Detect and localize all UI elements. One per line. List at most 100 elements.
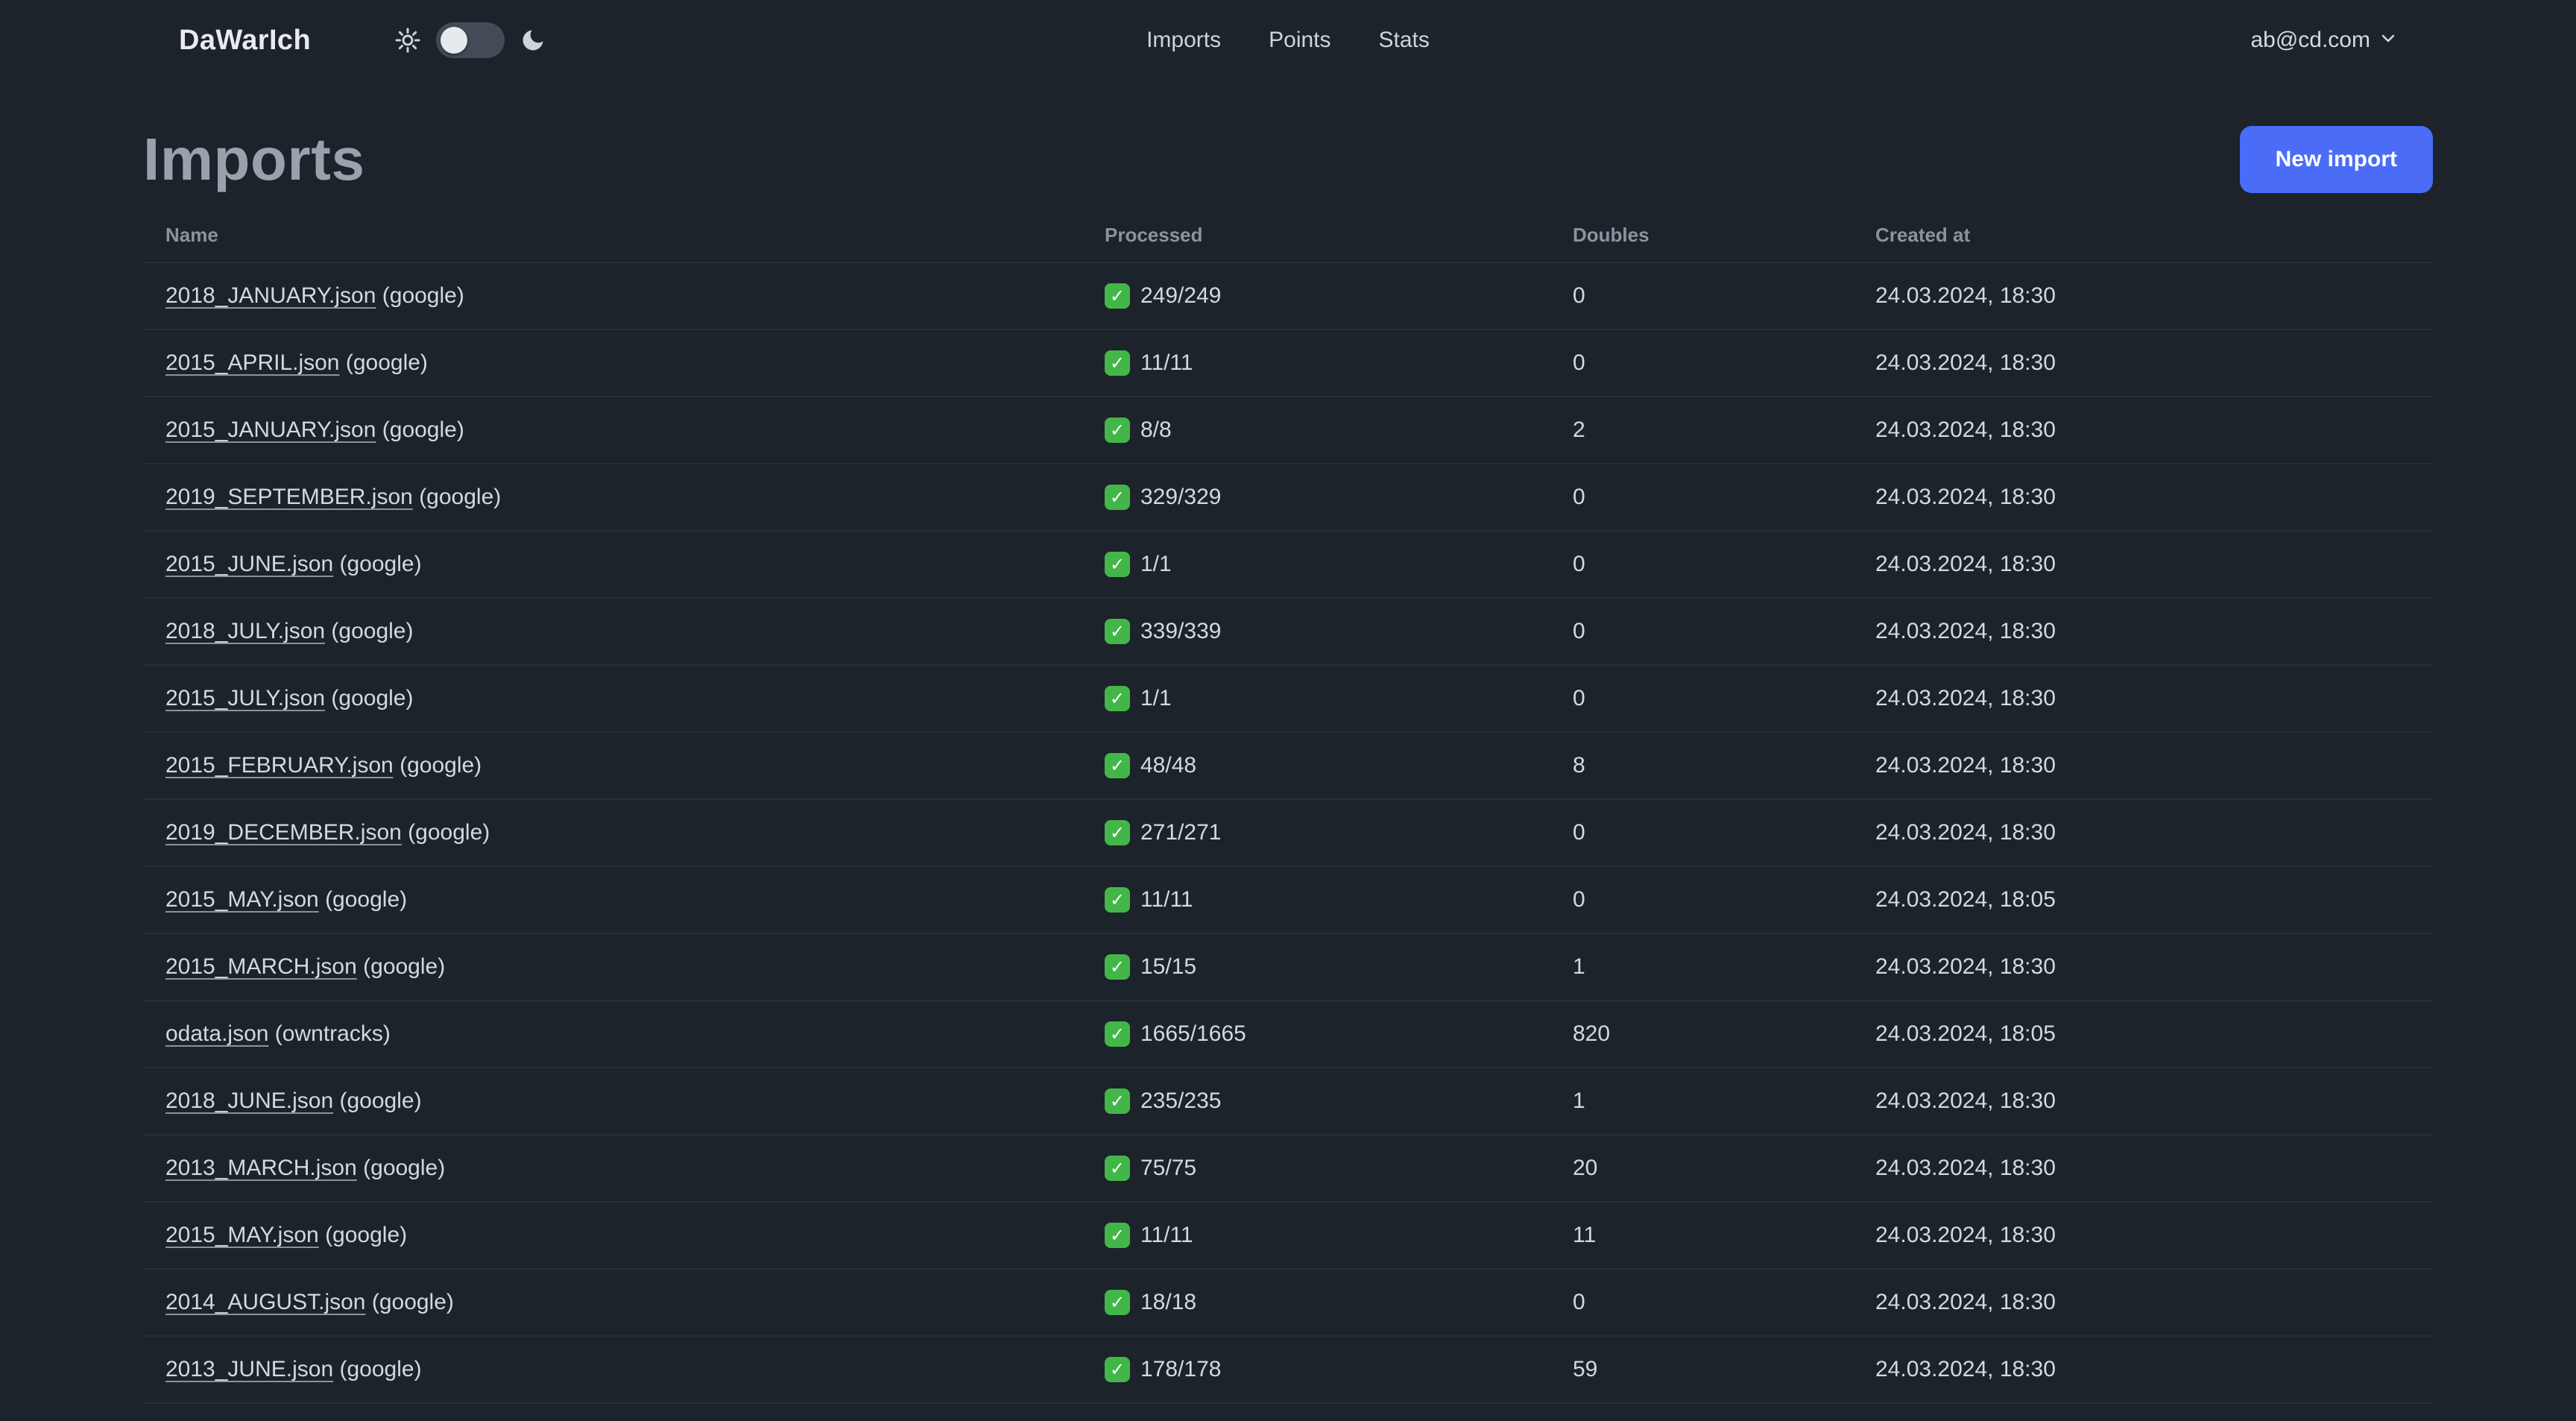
import-file-link[interactable]: 2015_APRIL.json xyxy=(165,350,340,375)
name-cell: 2015_FEBRUARY.json (google) xyxy=(143,753,1082,778)
name-cell: 2015_APRIL.json (google) xyxy=(143,350,1082,376)
theme-toggle-knob xyxy=(441,27,468,54)
import-source-label: (google) xyxy=(339,1357,422,1381)
nav-stats[interactable]: Stats xyxy=(1379,28,1430,53)
processed-cell: ✓ 249/249 xyxy=(1082,283,1550,309)
processed-cell: ✓ 1665/1665 xyxy=(1082,1021,1550,1047)
table-row: 2015_APRIL.json (google) ✓ 11/11 0 24.03… xyxy=(143,330,2433,397)
success-check-icon: ✓ xyxy=(1105,283,1130,309)
imports-page: Imports New import Name Processed Double… xyxy=(0,125,2576,1421)
doubles-count: 0 xyxy=(1573,283,1585,308)
table-row: 2015_JUNE.json (google) ✓ 1/1 0 24.03.20… xyxy=(143,532,2433,599)
processed-count: 249/249 xyxy=(1140,283,1222,308)
processed-cell: ✓ 1/1 xyxy=(1082,686,1550,711)
processed-cell: ✓ 235/235 xyxy=(1082,1088,1550,1114)
created-at: 24.03.2024, 18:05 xyxy=(1875,1021,2056,1046)
page-head: Imports New import xyxy=(143,125,2433,194)
new-import-button[interactable]: New import xyxy=(2239,126,2433,193)
table-row: 2014_AUGUST.json (google) ✓ 18/18 0 24.0… xyxy=(143,1270,2433,1337)
import-file-link[interactable]: 2015_JANUARY.json xyxy=(165,418,376,442)
table-row: 2015_MAY.json (google) ✓ 11/11 0 24.03.2… xyxy=(143,867,2433,934)
processed-count: 75/75 xyxy=(1140,1156,1197,1180)
import-source-label: (google) xyxy=(345,350,428,375)
success-check-icon: ✓ xyxy=(1105,418,1130,443)
processed-cell: ✓ 48/48 xyxy=(1082,753,1550,778)
table-row: 2019_SEPTEMBER.json (google) ✓ 329/329 0… xyxy=(143,464,2433,532)
doubles-count: 11 xyxy=(1573,1223,1597,1247)
column-header-created-at: Created at xyxy=(1875,224,1971,246)
success-check-icon: ✓ xyxy=(1105,1088,1130,1114)
processed-count: 15/15 xyxy=(1140,954,1197,979)
table-row: 2018_JUNE.json (google) ✓ 235/235 1 24.0… xyxy=(143,1068,2433,1135)
import-file-link[interactable]: odata.json xyxy=(165,1021,268,1046)
nav-points[interactable]: Points xyxy=(1269,28,1330,53)
import-file-link[interactable]: 2015_FEBRUARY.json xyxy=(165,753,394,778)
app-logo[interactable]: DaWarIch xyxy=(179,25,311,57)
import-file-link[interactable]: 2019_SEPTEMBER.json xyxy=(165,485,413,509)
processed-cell: ✓ 8/8 xyxy=(1082,418,1550,443)
theme-toggle[interactable] xyxy=(436,22,505,58)
success-check-icon: ✓ xyxy=(1105,1021,1130,1047)
processed-count: 8/8 xyxy=(1140,418,1172,442)
app-header: DaWarIch Imports Points Stats ab@cd.com xyxy=(0,0,2576,81)
table-row: 2018_JULY.json (google) ✓ 339/339 0 24.0… xyxy=(143,599,2433,666)
import-file-link[interactable]: 2015_MAY.json xyxy=(165,1223,319,1247)
import-file-link[interactable]: 2015_JULY.json xyxy=(165,686,325,710)
success-check-icon: ✓ xyxy=(1105,686,1130,711)
name-cell: 2018_JUNE.json (google) xyxy=(143,1088,1082,1114)
import-source-label: (google) xyxy=(419,485,502,509)
doubles-count: 8 xyxy=(1573,753,1585,778)
name-cell: 2013_JUNE.json (google) xyxy=(143,1357,1082,1382)
success-check-icon: ✓ xyxy=(1105,954,1130,980)
processed-cell: ✓ 178/178 xyxy=(1082,1357,1550,1382)
column-header-name: Name xyxy=(165,224,218,246)
table-row: 2015_MAY.json (google) ✓ 11/11 11 24.03.… xyxy=(143,1203,2433,1270)
processed-count: 11/11 xyxy=(1140,350,1193,375)
import-file-link[interactable]: 2013_MARCH.json xyxy=(165,1156,357,1180)
import-file-link[interactable]: 2015_MAY.json xyxy=(165,887,319,912)
created-at: 24.03.2024, 18:05 xyxy=(1875,887,2056,912)
import-file-link[interactable]: 2015_MARCH.json xyxy=(165,954,357,979)
import-file-link[interactable]: 2019_DECEMBER.json xyxy=(165,820,402,845)
user-menu[interactable]: ab@cd.com xyxy=(2250,28,2397,53)
processed-count: 1665/1665 xyxy=(1140,1021,1246,1046)
chevron-down-icon xyxy=(2379,28,2397,53)
imports-table-body: 2018_JANUARY.json (google) ✓ 249/249 0 2… xyxy=(143,263,2433,1421)
import-source-label: (google) xyxy=(331,619,414,643)
created-at: 24.03.2024, 18:30 xyxy=(1875,686,2056,710)
import-source-label: (google) xyxy=(363,954,446,979)
processed-cell: ✓ 329/329 xyxy=(1082,485,1550,510)
created-at: 24.03.2024, 18:30 xyxy=(1875,418,2056,442)
processed-count: 11/11 xyxy=(1140,1223,1193,1247)
created-at: 24.03.2024, 18:30 xyxy=(1875,1156,2056,1180)
column-header-doubles: Doubles xyxy=(1573,224,1650,246)
name-cell: 2015_JANUARY.json (google) xyxy=(143,418,1082,443)
import-file-link[interactable]: 2018_JULY.json xyxy=(165,619,325,643)
name-cell: 2018_JANUARY.json (google) xyxy=(143,283,1082,309)
processed-cell: ✓ 11/11 xyxy=(1082,887,1550,913)
processed-count: 18/18 xyxy=(1140,1290,1197,1314)
doubles-count: 0 xyxy=(1573,1290,1585,1314)
table-row: 2019_DECEMBER.json (google) ✓ 271/271 0 … xyxy=(143,800,2433,867)
import-file-link[interactable]: 2015_JUNE.json xyxy=(165,552,333,576)
success-check-icon: ✓ xyxy=(1105,820,1130,845)
doubles-count: 0 xyxy=(1573,350,1585,375)
import-file-link[interactable]: 2014_AUGUST.json xyxy=(165,1290,365,1314)
nav-imports[interactable]: Imports xyxy=(1146,28,1221,53)
processed-count: 271/271 xyxy=(1140,820,1222,845)
table-row: 2015_MARCH.json (google) ✓ 15/15 1 24.03… xyxy=(143,934,2433,1001)
import-source-label: (google) xyxy=(325,1223,408,1247)
name-cell: 2019_SEPTEMBER.json (google) xyxy=(143,485,1082,510)
doubles-count: 0 xyxy=(1573,820,1585,845)
import-file-link[interactable]: 2018_JANUARY.json xyxy=(165,283,376,308)
processed-count: 178/178 xyxy=(1140,1357,1222,1381)
import-file-link[interactable]: 2013_JUNE.json xyxy=(165,1357,333,1381)
name-cell: 2015_MARCH.json (google) xyxy=(143,954,1082,980)
name-cell: 2015_MAY.json (google) xyxy=(143,887,1082,913)
created-at: 24.03.2024, 18:30 xyxy=(1875,350,2056,375)
import-file-link[interactable]: 2018_JUNE.json xyxy=(165,1088,333,1113)
success-check-icon: ✓ xyxy=(1105,753,1130,778)
processed-count: 235/235 xyxy=(1140,1088,1222,1113)
processed-cell: ✓ 271/271 xyxy=(1082,820,1550,845)
processed-cell: ✓ 75/75 xyxy=(1082,1156,1550,1181)
